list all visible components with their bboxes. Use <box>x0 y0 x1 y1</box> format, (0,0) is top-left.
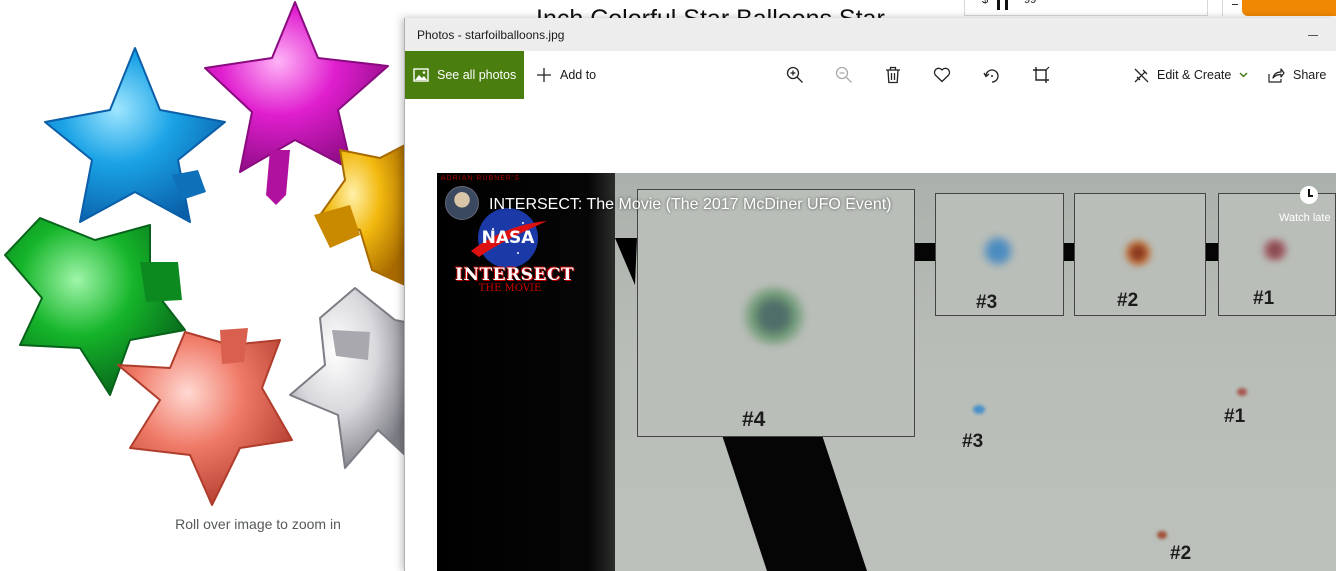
add-to-label: Add to <box>560 68 597 82</box>
share-button[interactable]: Share <box>1268 51 1326 99</box>
clock-icon[interactable] <box>1300 186 1318 204</box>
minimize-icon <box>1308 35 1318 36</box>
price-cents: 99 <box>1024 0 1037 6</box>
panel-connector <box>1206 243 1218 261</box>
delete-button[interactable] <box>876 51 910 99</box>
buy-button[interactable] <box>1242 0 1336 16</box>
ufo-blob-2 <box>1123 238 1153 268</box>
see-all-photos-label: See all photos <box>437 68 517 82</box>
coral-star-balloon <box>117 328 293 506</box>
edit-create-icon <box>1134 68 1149 82</box>
panel-4-label: #4 <box>742 408 766 431</box>
watch-later-label[interactable]: Watch late <box>1279 212 1331 224</box>
nasa-logo-text: NASA <box>482 228 536 248</box>
panel-3: #3 <box>935 193 1064 316</box>
edit-create-menu[interactable]: Edit & Create <box>1133 51 1248 99</box>
title-bar[interactable]: Photos - starfoilballoons.jpg <box>405 18 1336 51</box>
plus-icon <box>537 68 551 82</box>
trash-icon <box>886 66 900 84</box>
zoom-out-button[interactable] <box>827 51 861 99</box>
movie-brand: INTERSECT THE MOVIE <box>455 265 575 294</box>
panel-connector <box>915 243 935 261</box>
see-all-photos-button[interactable]: See all photos <box>405 51 524 99</box>
favorite-button[interactable] <box>925 51 959 99</box>
chevron-down-icon <box>1239 72 1248 78</box>
minus-icon <box>1232 4 1238 5</box>
panel-2-label: #2 <box>1117 290 1139 311</box>
price-currency-symbol: $ <box>982 0 989 6</box>
quantity-control[interactable] <box>1222 0 1242 16</box>
zoom-out-icon <box>835 66 852 83</box>
field-dot-2 <box>1157 531 1167 539</box>
brand-main-text: INTERSECT <box>455 265 575 285</box>
ufo-blob-4 <box>738 286 810 346</box>
panel-2: #2 <box>1074 193 1206 316</box>
panel-1-label: #1 <box>1253 288 1275 309</box>
channel-avatar[interactable] <box>445 186 479 220</box>
edit-create-label: Edit & Create <box>1157 68 1232 82</box>
video-title[interactable]: INTERSECT: The Movie (The 2017 McDiner U… <box>489 196 892 214</box>
share-label: Share <box>1293 68 1327 82</box>
panel-4: #4 <box>637 189 915 437</box>
ufo-blob-1 <box>1259 238 1291 262</box>
price-whole-digits <box>997 0 1021 10</box>
zoom-in-button[interactable] <box>778 51 812 99</box>
displayed-photo[interactable]: #4 #3 #2 #1 #3 #1 #2 ADRIAN RUBNER'S NAS… <box>437 173 1336 571</box>
field-dot-3 <box>973 405 985 414</box>
add-to-button[interactable]: Add to <box>536 51 596 99</box>
photos-toolbar: See all photos Add to Edit & Create Shar… <box>405 51 1336 99</box>
silver-star-balloon <box>289 287 406 469</box>
zoom-hint-text: Roll over image to zoom in <box>175 516 341 532</box>
heart-icon <box>933 67 951 83</box>
field-1-label: #1 <box>1224 406 1246 427</box>
blue-star-balloon <box>44 47 226 223</box>
panel-3-label: #3 <box>976 292 998 313</box>
star-balloons-product-image[interactable] <box>0 0 410 515</box>
panel-connector <box>1064 243 1074 261</box>
ufo-blob-3 <box>980 234 1016 268</box>
rotate-button[interactable] <box>975 51 1009 99</box>
photo-gallery-icon <box>413 68 429 82</box>
gold-star-balloon <box>314 144 406 286</box>
crop-button[interactable] <box>1024 51 1058 99</box>
window-title: Photos - starfoilballoons.jpg <box>417 28 565 42</box>
minimize-button[interactable] <box>1301 26 1327 44</box>
field-2-label: #2 <box>1170 543 1192 564</box>
field-3-label: #3 <box>962 431 984 452</box>
rotate-icon <box>983 69 999 83</box>
zoom-in-icon <box>786 66 803 83</box>
presenter-credit: ADRIAN RUBNER'S <box>441 175 520 182</box>
share-icon <box>1268 67 1285 83</box>
field-dot-1 <box>1237 388 1247 396</box>
crop-icon <box>1033 66 1050 83</box>
